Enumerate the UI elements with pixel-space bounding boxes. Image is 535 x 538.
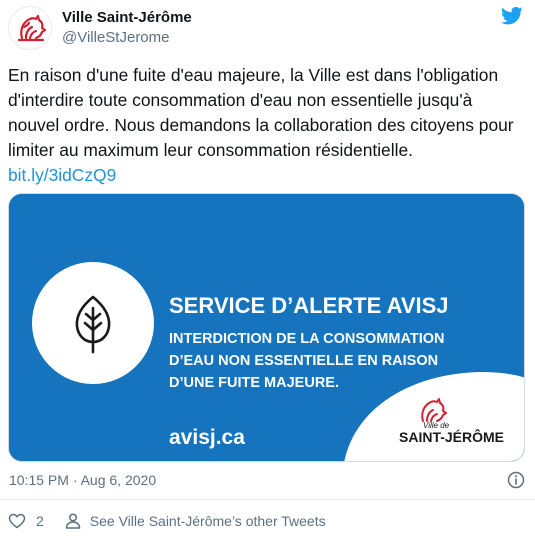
embedded-tweet: Ville Saint-Jérôme @VilleStJerome En rai… [0,0,535,538]
other-tweets-link[interactable]: See Ville Saint-Jérôme’s other Tweets [90,513,326,529]
tweet-text: En raison d'une fuite d'eau majeure, la … [8,63,523,188]
tweet-body: En raison d'une fuite d'eau majeure, la … [8,65,514,160]
author-name[interactable]: Ville Saint-Jérôme [62,8,192,27]
card-logo-big-text: SAINT-JÉRÔME [399,428,504,445]
alert-card-graphic: SERVICE D’ALERTE AVISJ INTERDICTION DE L… [9,194,524,461]
card-subtitle-line-2: D’EAU NON ESSENTIELLE EN RAISON [169,353,438,369]
ville-saint-jerome-logo-icon [17,14,47,42]
alert-card-image[interactable]: SERVICE D’ALERTE AVISJ INTERDICTION DE L… [8,193,525,462]
person-icon [65,513,81,529]
tweet-timestamp[interactable]: 10:15 PM · Aug 6, 2020 [9,471,156,489]
author-block[interactable]: Ville Saint-Jérôme @VilleStJerome [62,8,192,47]
info-icon[interactable] [507,471,525,489]
card-title: SERVICE D’ALERTE AVISJ [169,293,449,318]
avatar[interactable] [8,6,52,50]
divider [0,499,535,500]
card-subtitle-line-3: D’UNE FUITE MAJEURE. [169,375,339,391]
tweet-actions: 2 See Ville Saint-Jérôme’s other Tweets [8,510,326,532]
heart-icon[interactable] [8,512,26,530]
card-subtitle-line-1: INTERDICTION DE LA CONSOMMATION [169,331,445,347]
twitter-bird-icon[interactable] [501,6,523,26]
author-handle[interactable]: @VilleStJerome [62,28,192,47]
card-url: avisj.ca [169,426,245,449]
like-count[interactable]: 2 [36,513,44,529]
tweet-link[interactable]: bit.ly/3idCzQ9 [8,165,116,185]
